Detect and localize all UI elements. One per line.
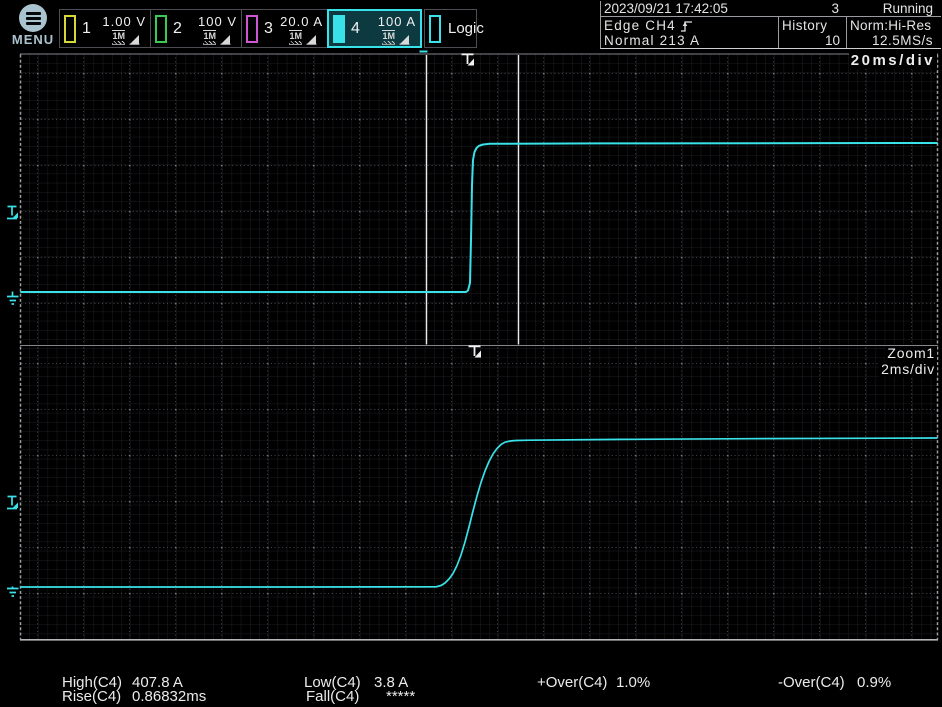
graticule-borders — [20, 54, 938, 346]
trigger-type: Edge CH4 — [604, 18, 676, 33]
datetime: 2023/09/21 17:42:05 — [601, 1, 778, 16]
measurement-label: Fall(C4) — [306, 689, 386, 704]
trigger-settings-box[interactable]: Edge CH4 Normal 213 A — [601, 17, 778, 48]
channel-1-number: 1 — [82, 20, 91, 38]
main-timebase-label[interactable]: 20ms/div — [849, 53, 937, 69]
rising-edge-icon — [680, 19, 693, 33]
ground-marker-main — [7, 292, 19, 305]
history-label: History — [779, 18, 846, 33]
channel-2-number: 2 — [173, 20, 182, 38]
sample-rate: 12.5MS/s — [847, 33, 941, 48]
coupling-impedance-icon: 1M — [289, 30, 302, 45]
channel-3-number: 3 — [264, 20, 273, 38]
measurement-rise: Rise(C4) 0.86832ms — [62, 689, 206, 704]
channel-button-2[interactable]: 2 100 V 1M — [150, 9, 242, 48]
channel-strip: 1 1.00 V 1M 2 100 V 1M 3 — [60, 9, 477, 48]
status-panel: 2023/09/21 17:42:05 3 Running Edge CH4 N… — [600, 1, 941, 49]
trigger-position-marker — [462, 54, 475, 65]
channel-4-number: 4 — [351, 20, 360, 38]
record-mode: Norm:Hi-Res — [847, 18, 941, 33]
channel-3-scale: 20.0 A — [280, 15, 323, 29]
channel-1-color-swatch — [64, 15, 76, 43]
channel-4-color-swatch — [333, 15, 345, 43]
measurement-fall: Fall(C4) ***** — [306, 689, 415, 704]
measurement-label: -Over(C4) — [778, 675, 857, 690]
channel-2-color-swatch — [155, 15, 167, 43]
probe-icon — [306, 34, 317, 45]
probe-icon — [220, 34, 231, 45]
probe-icon — [399, 34, 410, 45]
channel-button-1[interactable]: 1 1.00 V 1M — [59, 9, 151, 48]
oscilloscope-screen: MENU 1 1.00 V 1M 2 100 V 1M — [0, 0, 942, 707]
channel4-trace-zoom — [21, 438, 937, 587]
history-box[interactable]: History 10 — [778, 17, 846, 48]
history-count: 10 — [779, 33, 846, 48]
menu-label: MENU — [6, 33, 60, 46]
acquisition-box[interactable]: Norm:Hi-Res 12.5MS/s — [846, 17, 941, 48]
main-graticule — [21, 55, 938, 345]
coupling-impedance-icon: 1M — [112, 30, 125, 45]
run-state: Running — [846, 1, 941, 16]
zoom-timebase-label[interactable]: 2ms/div — [879, 362, 937, 377]
waveform-display — [0, 0, 942, 707]
acquisition-count: 3 — [778, 1, 846, 16]
ground-marker-zoom — [7, 587, 19, 597]
channel-1-scale: 1.00 V — [102, 15, 146, 29]
measurement-value: 0.86832ms — [132, 689, 206, 704]
measurement-nover: -Over(C4) 0.9% — [778, 675, 891, 690]
measurement-value: ***** — [386, 689, 415, 704]
coupling-impedance-icon: 1M — [382, 30, 395, 45]
menu-button[interactable]: MENU — [6, 2, 60, 50]
measurement-label: +Over(C4) — [537, 675, 616, 690]
channel-4-scale: 100 A — [378, 15, 416, 29]
measurement-pover: +Over(C4) 1.0% — [537, 675, 650, 690]
zoom-position-marker — [469, 346, 482, 357]
channel-3-color-swatch — [246, 15, 258, 43]
probe-icon — [129, 34, 140, 45]
measurement-value: 1.0% — [616, 675, 650, 690]
channel-2-scale: 100 V — [198, 15, 237, 29]
zoom-graticule — [21, 347, 938, 640]
logic-button[interactable]: Logic — [424, 9, 477, 48]
measurement-label: Rise(C4) — [62, 689, 132, 704]
channel-button-3[interactable]: 3 20.0 A 1M — [241, 9, 328, 48]
channel4-trace-main — [21, 143, 937, 292]
logic-label: Logic — [441, 20, 492, 37]
measurement-value: 0.9% — [857, 675, 891, 690]
trigger-level-marker-zoom[interactable] — [7, 497, 18, 509]
channel-button-4[interactable]: 4 100 A 1M — [327, 9, 422, 48]
logic-color-swatch — [429, 15, 441, 43]
hamburger-icon — [19, 4, 47, 32]
trigger-mode: Normal 213 A — [604, 33, 700, 48]
zoom-window-title[interactable]: Zoom1 — [885, 346, 937, 361]
coupling-impedance-icon: 1M — [203, 30, 216, 45]
trigger-level-marker-main[interactable] — [7, 207, 18, 219]
graticule-side-ticks — [21, 55, 938, 640]
